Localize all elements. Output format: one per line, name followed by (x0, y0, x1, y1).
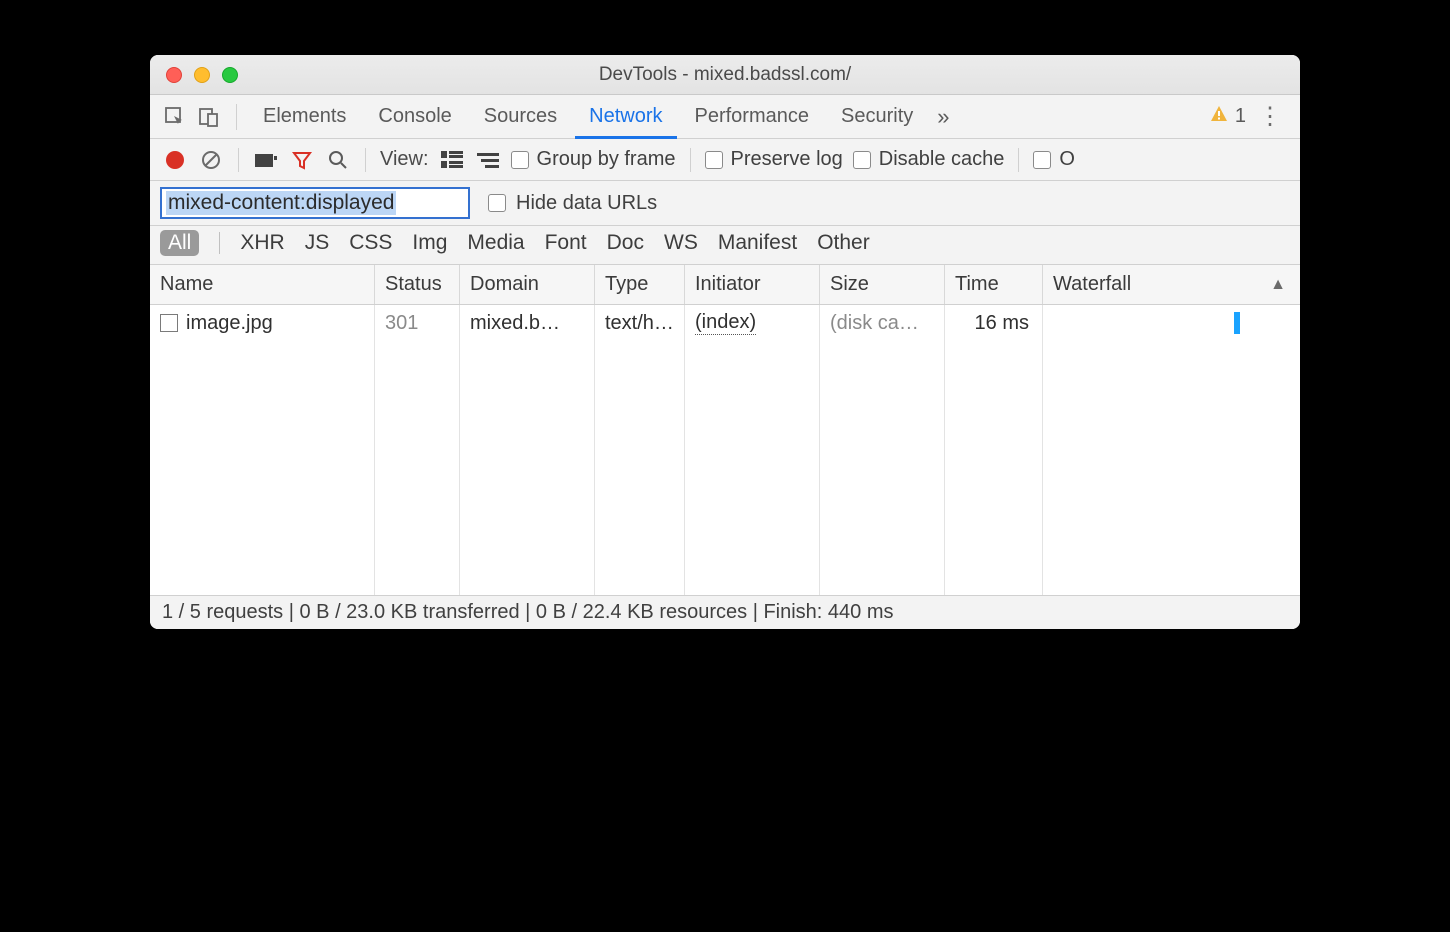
col-status[interactable]: Status (375, 265, 460, 304)
filter-xhr[interactable]: XHR (240, 231, 284, 255)
checkbox-icon (705, 151, 723, 169)
disable-cache-label: Disable cache (879, 148, 1005, 171)
device-toggle-icon[interactable] (194, 102, 224, 132)
record-button[interactable] (162, 147, 188, 173)
separator (1018, 148, 1019, 172)
col-type[interactable]: Type (595, 265, 685, 304)
row-domain[interactable]: mixed.b… (460, 305, 595, 341)
filter-media[interactable]: Media (467, 231, 524, 255)
warning-count: 1 (1235, 105, 1246, 128)
status-text: 1 / 5 requests | 0 B / 23.0 KB transferr… (162, 601, 894, 624)
separator (365, 148, 366, 172)
search-icon[interactable] (325, 147, 351, 173)
network-grid-body: image.jpg 301 mixed.b… text/h… (index) (… (150, 305, 1300, 595)
separator (690, 148, 691, 172)
col-domain[interactable]: Domain (460, 265, 595, 304)
divider (236, 104, 237, 130)
checkbox-icon (511, 151, 529, 169)
clear-button[interactable] (198, 147, 224, 173)
tab-sources[interactable]: Sources (470, 95, 571, 139)
filter-bar: mixed-content:displayed Hide data URLs (150, 181, 1300, 226)
col-initiator[interactable]: Initiator (685, 265, 820, 304)
hide-data-urls-checkbox[interactable]: Hide data URLs (488, 192, 657, 215)
tab-network[interactable]: Network (575, 95, 676, 139)
row-name[interactable]: image.jpg (150, 305, 375, 341)
row-waterfall[interactable] (1043, 305, 1300, 341)
filter-input[interactable]: mixed-content:displayed (160, 187, 470, 219)
truncated-label: O (1059, 148, 1075, 171)
large-rows-icon[interactable] (439, 147, 465, 173)
preserve-log-label: Preserve log (731, 148, 843, 171)
col-time[interactable]: Time (945, 265, 1043, 304)
preserve-log-checkbox[interactable]: Preserve log (705, 148, 843, 171)
checkbox-icon (1033, 151, 1051, 169)
filter-all[interactable]: All (160, 230, 199, 256)
settings-menu-button[interactable]: ⋮ (1250, 102, 1290, 131)
overview-icon[interactable] (475, 147, 501, 173)
warning-icon (1209, 104, 1229, 130)
filter-manifest[interactable]: Manifest (718, 231, 797, 255)
col-name[interactable]: Name (150, 265, 375, 304)
view-label: View: (380, 148, 429, 171)
filter-icon[interactable] (289, 147, 315, 173)
col-waterfall[interactable]: Waterfall ▲ (1043, 265, 1300, 304)
filter-doc[interactable]: Doc (607, 231, 644, 255)
filter-other[interactable]: Other (817, 231, 870, 255)
separator (238, 148, 239, 172)
row-name-text: image.jpg (186, 312, 273, 335)
tab-elements[interactable]: Elements (249, 95, 360, 139)
row-type[interactable]: text/h… (595, 305, 685, 341)
capture-screenshots-icon[interactable] (253, 147, 279, 173)
network-grid-header: Name Status Domain Type Initiator Size T… (150, 265, 1300, 305)
group-by-frame-label: Group by frame (537, 148, 676, 171)
col-waterfall-label: Waterfall (1053, 273, 1131, 296)
col-size[interactable]: Size (820, 265, 945, 304)
filter-value: mixed-content:displayed (166, 191, 396, 215)
devtools-window: DevTools - mixed.badssl.com/ Elements Co… (150, 55, 1300, 629)
group-by-frame-checkbox[interactable]: Group by frame (511, 148, 676, 171)
offline-checkbox[interactable]: O (1033, 148, 1075, 171)
row-size[interactable]: (disk ca… (820, 305, 945, 341)
resource-type-bar: All XHR JS CSS Img Media Font Doc WS Man… (150, 226, 1300, 265)
more-tabs-button[interactable]: » (931, 104, 955, 130)
filter-img[interactable]: Img (412, 231, 447, 255)
network-toolbar: View: Group by frame Preserve log Disabl… (150, 139, 1300, 181)
row-initiator-text: (index) (695, 311, 756, 335)
tab-performance[interactable]: Performance (681, 95, 824, 139)
row-initiator[interactable]: (index) (685, 305, 820, 341)
waterfall-bar (1234, 312, 1240, 334)
file-icon (160, 314, 178, 332)
titlebar: DevTools - mixed.badssl.com/ (150, 55, 1300, 95)
row-time[interactable]: 16 ms (945, 305, 1043, 341)
filter-font[interactable]: Font (545, 231, 587, 255)
status-bar: 1 / 5 requests | 0 B / 23.0 KB transferr… (150, 595, 1300, 629)
warning-badge[interactable]: 1 (1209, 104, 1246, 130)
filter-css[interactable]: CSS (349, 231, 392, 255)
tab-security[interactable]: Security (827, 95, 927, 139)
checkbox-icon (853, 151, 871, 169)
checkbox-icon (488, 194, 506, 212)
window-title: DevTools - mixed.badssl.com/ (150, 64, 1300, 86)
filter-js[interactable]: JS (305, 231, 330, 255)
separator (219, 232, 220, 254)
tab-console[interactable]: Console (364, 95, 465, 139)
panel-tabstrip: Elements Console Sources Network Perform… (150, 95, 1300, 139)
sort-asc-icon: ▲ (1270, 276, 1286, 294)
filter-ws[interactable]: WS (664, 231, 698, 255)
inspect-element-icon[interactable] (160, 102, 190, 132)
disable-cache-checkbox[interactable]: Disable cache (853, 148, 1005, 171)
row-status[interactable]: 301 (375, 305, 460, 341)
hide-data-urls-label: Hide data URLs (516, 192, 657, 215)
